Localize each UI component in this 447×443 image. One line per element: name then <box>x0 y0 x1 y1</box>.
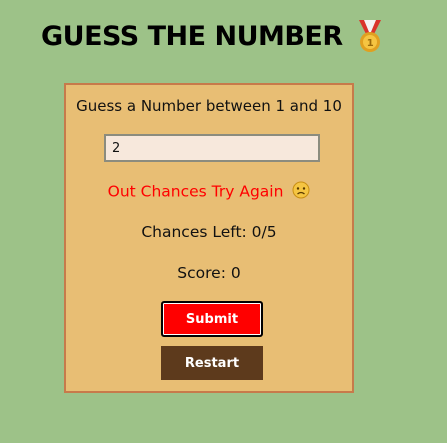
restart-button[interactable]: Restart <box>161 346 263 380</box>
submit-button[interactable]: Submit <box>161 301 263 337</box>
title-text: GUESS THE NUMBER <box>41 20 343 52</box>
sad-face-icon <box>292 181 310 203</box>
medal-icon: 1 <box>353 18 387 54</box>
chances-left: Chances Left: 0/5 <box>141 223 277 241</box>
svg-text:1: 1 <box>366 38 373 49</box>
page-title: GUESS THE NUMBER 1 <box>41 18 387 54</box>
guess-input[interactable] <box>104 134 320 162</box>
prompt-text: Guess a Number between 1 and 10 <box>76 97 342 115</box>
result-message: Out Chances Try Again <box>66 181 352 203</box>
result-message-text: Out Chances Try Again <box>107 182 284 201</box>
score-display: Score: 0 <box>177 264 241 282</box>
game-card: Guess a Number between 1 and 10 Out Chan… <box>64 83 354 393</box>
